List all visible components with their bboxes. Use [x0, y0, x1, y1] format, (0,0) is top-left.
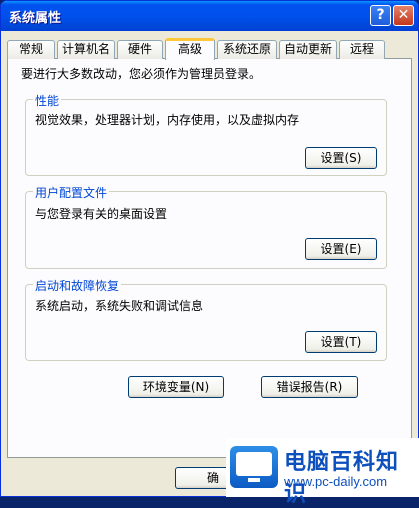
environment-variables-button[interactable]: 环境变量(N) — [128, 376, 224, 398]
admin-note: 要进行大多数改动，您必须作为管理员登录。 — [21, 67, 262, 81]
startup-recovery-settings-button[interactable]: 设置(T) — [305, 331, 377, 353]
help-button[interactable]: ? — [370, 5, 391, 26]
tab-hardware[interactable]: 硬件 — [117, 40, 163, 59]
system-properties-window: 系统属性 ? ✕ 常规 计算机名 硬件 高级 系统还原 自动更新 远程 要进行大… — [0, 0, 419, 497]
tab-computer-name[interactable]: 计算机名 — [57, 40, 115, 59]
tab-advanced[interactable]: 高级 — [165, 38, 215, 60]
user-profiles-legend: 用户配置文件 — [33, 184, 110, 201]
performance-legend: 性能 — [33, 92, 62, 109]
error-reporting-button[interactable]: 错误报告(R) — [261, 376, 358, 398]
monitor-logo-icon — [230, 446, 278, 488]
startup-recovery-legend: 启动和故障恢复 — [33, 277, 122, 294]
performance-description: 视觉效果，处理器计划，内存使用，以及虚拟内存 — [35, 113, 300, 127]
watermark: 电脑百科知识 www.pc-daily.com — [226, 438, 419, 507]
watermark-url: www.pc-daily.com — [284, 474, 388, 489]
tab-automatic-updates[interactable]: 自动更新 — [279, 40, 337, 59]
user-profiles-description: 与您登录有关的桌面设置 — [35, 207, 168, 221]
performance-group: 性能 视觉效果，处理器计划，内存使用，以及虚拟内存 设置(S) — [25, 92, 387, 176]
startup-recovery-group: 启动和故障恢复 系统启动，系统失败和调试信息 设置(T) — [25, 277, 387, 361]
startup-recovery-description: 系统启动，系统失败和调试信息 — [35, 299, 204, 313]
title-bar[interactable]: 系统属性 ? ✕ — [1, 1, 418, 31]
close-button[interactable]: ✕ — [393, 5, 414, 26]
user-profiles-settings-button[interactable]: 设置(E) — [305, 238, 377, 260]
user-profiles-group: 用户配置文件 与您登录有关的桌面设置 设置(E) — [25, 184, 387, 269]
tab-remote[interactable]: 远程 — [339, 40, 385, 59]
performance-settings-button[interactable]: 设置(S) — [305, 147, 377, 169]
tab-system-restore[interactable]: 系统还原 — [217, 40, 277, 59]
tab-general[interactable]: 常规 — [7, 40, 55, 59]
window-title: 系统属性 — [9, 11, 62, 26]
